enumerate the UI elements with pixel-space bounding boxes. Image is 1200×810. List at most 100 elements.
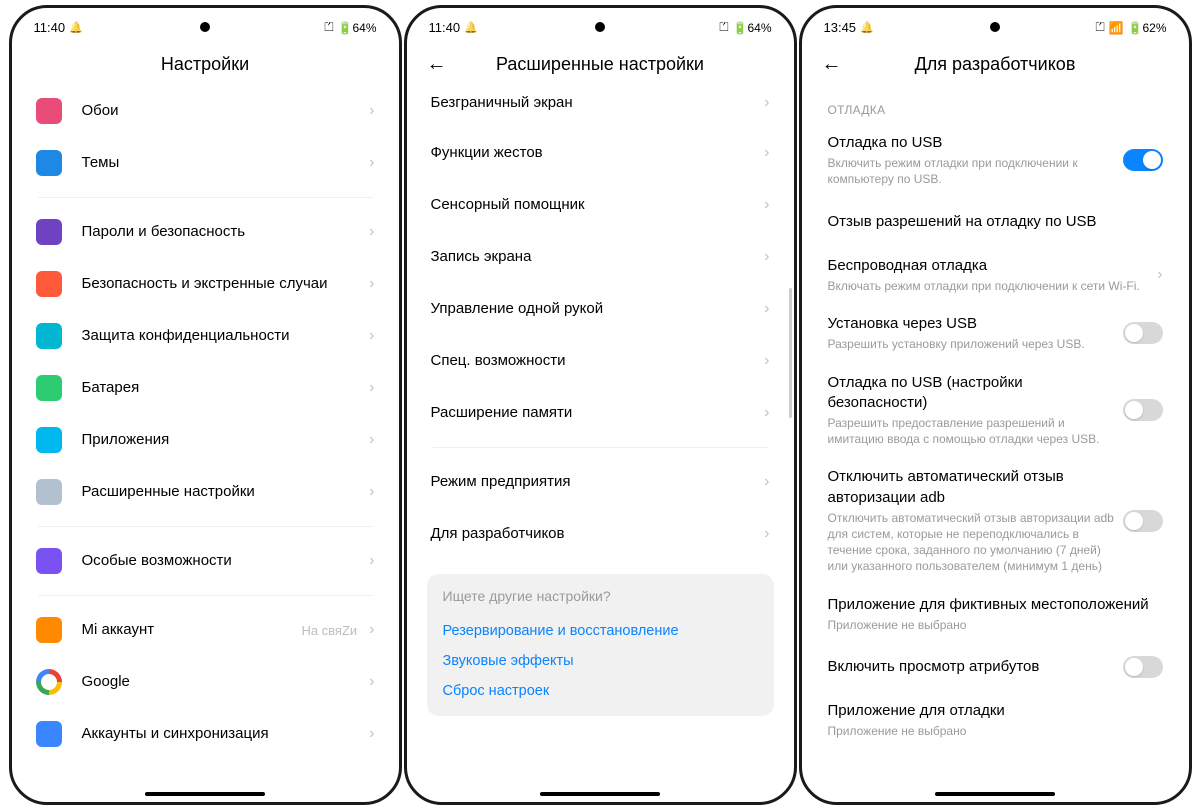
settings-item[interactable]: Включить просмотр атрибутов [810,643,1181,691]
settings-item[interactable]: Отзыв разрешений на отладку по USB [810,198,1181,246]
settings-item[interactable]: Темы› [20,137,391,189]
settings-item[interactable]: Расширение памяти› [415,387,786,439]
chevron-right-icon: › [764,94,769,112]
item-subtitle: Разрешить установку приложений через USB… [828,336,1123,352]
item-title: Защита конфиденциальности [82,326,362,346]
item-title: Темы [82,153,362,173]
settings-item[interactable]: Беспроводная отладкаВключать режим отлад… [810,246,1181,304]
settings-item[interactable]: Расширенные настройки› [20,466,391,518]
toggle-switch[interactable] [1123,149,1163,171]
item-subtitle: Приложение не выбрано [828,617,1163,633]
item-icon [36,323,62,349]
status-battery: 🔋64% [338,21,377,35]
chevron-right-icon: › [369,621,374,639]
settings-item[interactable]: Сенсорный помощник› [415,179,786,231]
suggestion-link[interactable]: Звуковые эффекты [443,646,758,676]
settings-item[interactable]: Приложение для фиктивных местоположений П… [810,585,1181,643]
settings-item[interactable]: Режим предприятия› [415,456,786,508]
status-time: 11:40 [429,20,461,35]
item-icon [36,479,62,505]
wifi-icon: 📶 [1109,21,1124,35]
content: Обои›Темы›Пароли и безопасность›Безопасн… [12,85,399,789]
chevron-right-icon: › [764,196,769,214]
scrollbar[interactable] [789,288,792,418]
camera-notch [595,22,605,32]
item-title: Беспроводная отладка [828,256,1150,276]
settings-item[interactable]: Пароли и безопасность› [20,206,391,258]
item-title: Включить просмотр атрибутов [828,657,1123,677]
settings-item[interactable]: Отключить автоматический отзыв авторизац… [810,457,1181,584]
status-battery: 🔋64% [733,21,772,35]
settings-item[interactable]: Отладка по USB (настройки безопасности)Р… [810,363,1181,458]
item-icon [36,427,62,453]
settings-item[interactable]: Для разработчиков› [415,508,786,560]
settings-item[interactable]: Установка через USB Разрешить установку п… [810,304,1181,362]
item-title: Отключить автоматический отзыв авторизац… [828,467,1123,508]
chevron-right-icon: › [369,327,374,345]
settings-item[interactable]: Приложения› [20,414,391,466]
settings-item[interactable]: Приложение для отладкиПриложение не выбр… [810,691,1181,749]
item-icon [36,98,62,124]
settings-item[interactable]: Google › [20,656,391,708]
toggle-switch[interactable] [1123,322,1163,344]
battery-icon: ⏍ [1095,20,1104,35]
chevron-right-icon: › [1157,266,1162,284]
settings-item[interactable]: Обои› [20,85,391,137]
settings-item[interactable]: Защита конфиденциальности › [20,310,391,362]
settings-item[interactable]: Mi аккаунтНа свяZи› [20,604,391,656]
chevron-right-icon: › [369,275,374,293]
notification-icon: 🔔 [860,21,874,34]
toggle-switch[interactable] [1123,399,1163,421]
item-subtitle: Включить режим отладки при подключении к… [828,155,1123,187]
settings-item[interactable]: Запись экрана› [415,231,786,283]
status-time: 13:45 [824,20,857,35]
home-indicator[interactable] [145,792,265,796]
item-title: Управление одной рукой [431,299,757,319]
chevron-right-icon: › [764,248,769,266]
chevron-right-icon: › [764,300,769,318]
item-title: Отзыв разрешений на отладку по USB [828,212,1163,232]
settings-item[interactable]: Управление одной рукой › [415,283,786,335]
toggle-switch[interactable] [1123,656,1163,678]
back-button[interactable]: ← [427,53,447,76]
chevron-right-icon: › [764,473,769,491]
settings-item[interactable]: Батарея› [20,362,391,414]
item-title: Безграничный экран [431,93,757,113]
battery-icon: ⏍ [324,20,333,35]
settings-item[interactable]: Безграничный экран › [415,85,786,127]
settings-item[interactable]: Функции жестов› [415,127,786,179]
settings-item[interactable]: Безопасность и экстренные случаи › [20,258,391,310]
home-indicator[interactable] [935,792,1055,796]
item-icon [36,219,62,245]
item-title: Особые возможности [82,551,362,571]
item-icon [36,271,62,297]
notification-icon: 🔔 [69,21,83,34]
phone-frame: 13:45🔔⏍📶🔋62%←Для разработчиковОТЛАДКАОтл… [799,5,1192,805]
settings-item[interactable]: Аккаунты и синхронизация› [20,708,391,760]
item-title: Приложение для фиктивных местоположений [828,595,1163,615]
item-icon [36,721,62,747]
item-title: Спец. возможности [431,351,757,371]
chevron-right-icon: › [369,673,374,691]
settings-item[interactable]: Особые возможности› [20,535,391,587]
suggestion-link[interactable]: Сброс настроек [443,676,758,706]
toggle-switch[interactable] [1123,510,1163,532]
suggestion-link[interactable]: Резервирование и восстановление [443,616,758,646]
item-title: Приложение для отладки [828,701,1163,721]
suggestions-box: Ищете другие настройки? Резервирование и … [427,574,774,716]
item-title: Расширенные настройки [82,482,362,502]
divider [38,197,373,198]
item-title: Установка через USB [828,314,1123,334]
item-title: Приложения [82,430,362,450]
settings-item[interactable]: Спец. возможности › [415,335,786,387]
item-title: Google [82,672,362,692]
settings-item[interactable]: Отладка по USBВключить режим отладки при… [810,123,1181,198]
divider [38,595,373,596]
back-button[interactable]: ← [822,53,842,76]
home-indicator[interactable] [540,792,660,796]
item-title: Батарея [82,378,362,398]
chevron-right-icon: › [764,352,769,370]
item-title: Безопасность и экстренные случаи [82,274,362,294]
status-battery: 🔋62% [1128,21,1167,35]
suggestions-title: Ищете другие настройки? [443,588,758,604]
